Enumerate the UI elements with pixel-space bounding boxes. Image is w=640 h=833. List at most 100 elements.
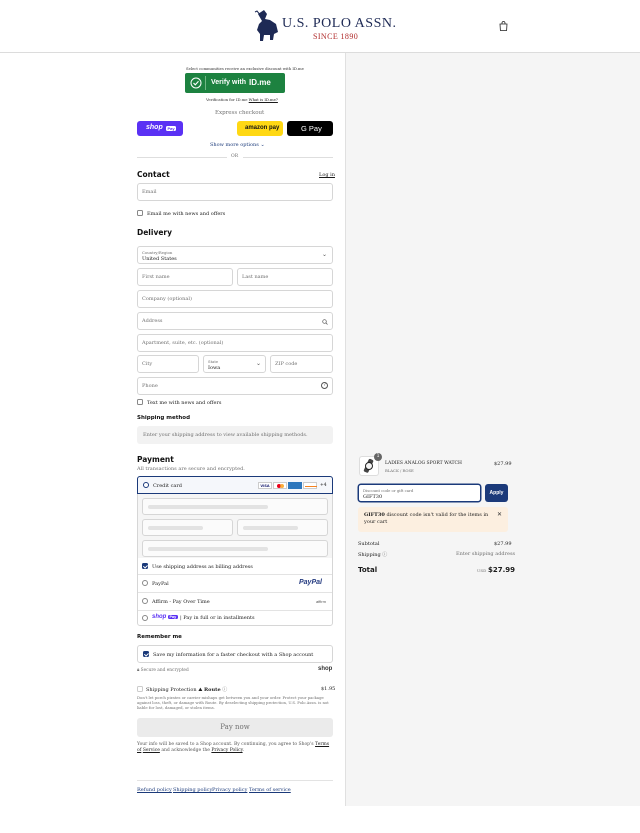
country-label: Country/Region [142, 249, 173, 255]
billing-same-checkbox[interactable] [142, 563, 148, 569]
loading-skeleton [243, 526, 298, 530]
shop-pay-button[interactable]: shop Pay [137, 121, 183, 136]
expiry-field[interactable] [142, 519, 233, 536]
credit-card-label: Credit card [153, 483, 182, 489]
remember-heading: Remember me [137, 634, 182, 640]
city-field[interactable]: City [137, 355, 199, 373]
show-more-options-link[interactable]: Show more options ⌄ [210, 142, 265, 148]
shop-logo: shop [318, 666, 333, 672]
privacy-link[interactable]: Privacy Policy [211, 748, 242, 753]
country-value: United States [142, 255, 177, 262]
shipping-protection-description: Don't let porch pirates or carrier misha… [137, 695, 329, 710]
delivery-heading: Delivery [137, 228, 173, 237]
shipping-policy-link[interactable]: Shipping policy [173, 787, 212, 793]
chevron-down-icon: ⌄ [260, 142, 265, 148]
shipping-protection-label: Shipping Protection [146, 687, 197, 693]
affirm-option[interactable]: Affirm - Pay Over Time affirm [138, 593, 332, 610]
amex-icon [288, 482, 302, 489]
radio[interactable] [142, 615, 148, 621]
service-link[interactable]: Service [143, 748, 160, 753]
refund-policy-link[interactable]: Refund policy [137, 787, 172, 793]
subtotal-label: Subtotal [358, 541, 380, 547]
apartment-placeholder: Apartment, suite, etc. (optional) [142, 340, 224, 346]
or-separator: OR [231, 154, 239, 159]
address-field[interactable]: Address [137, 312, 333, 330]
card-number-field[interactable] [142, 498, 328, 515]
shipping-label-row: Shipping ⓘ [358, 551, 387, 558]
country-select[interactable]: Country/Region United States ⌄ [137, 246, 333, 264]
terms-of-service-link[interactable]: Terms of service [249, 787, 291, 793]
email-news-checkbox[interactable] [137, 210, 143, 216]
currency-code: USD [477, 568, 487, 573]
apply-button[interactable]: Apply [485, 484, 508, 502]
pay-now-button[interactable]: Pay now [137, 718, 333, 737]
amazon-pay-button[interactable]: amazon pay [237, 121, 283, 136]
description-line: liable for lost, damaged, or stolen item… [137, 705, 215, 710]
first-name-placeholder: First name [142, 274, 170, 280]
state-label: State [208, 358, 219, 364]
idme-footnote: Verification for ID.me What is ID.me? [206, 97, 278, 102]
help-icon[interactable]: ⓘ [382, 552, 387, 558]
close-icon[interactable]: ✕ [497, 511, 502, 518]
first-name-field[interactable]: First name [137, 268, 233, 286]
brand-name: U.S. POLO ASSN. [282, 16, 397, 31]
radio[interactable] [142, 580, 148, 586]
error-code: GIFT30 [364, 512, 385, 518]
state-select[interactable]: State Iowa ⌄ [203, 355, 266, 373]
security-code-field[interactable] [237, 519, 328, 536]
brand-logo[interactable]: U.S. POLO ASSN. SINCE 1890 [254, 7, 397, 47]
company-field[interactable]: Company (optional) [137, 290, 333, 308]
email-news-label: Email me with news and offers [147, 211, 226, 217]
google-pay-button[interactable]: G Pay [287, 121, 333, 136]
shipping-label: Shipping [358, 552, 381, 558]
login-link[interactable]: Log in [319, 172, 335, 178]
amazon-pay-label: amazon pay [245, 125, 280, 131]
apartment-field[interactable]: Apartment, suite, etc. (optional) [137, 334, 333, 352]
visa-icon: VISA [258, 482, 272, 489]
chevron-down-icon: ⌄ [321, 251, 327, 258]
shipping-value: Enter shipping address [456, 551, 516, 557]
consent-part: and acknowledge the [161, 748, 210, 753]
name-on-card-field[interactable] [142, 540, 328, 557]
consent-end: . [242, 748, 245, 753]
shipping-protection-checkbox[interactable] [137, 686, 143, 692]
email-field[interactable]: Email [137, 183, 333, 201]
idme-info-link[interactable]: What is ID.me? [249, 97, 278, 102]
paypal-option[interactable]: PayPal PayPal [138, 575, 332, 592]
brand-since: SINCE 1890 [313, 32, 359, 41]
search-icon [322, 319, 328, 325]
shipping-method-heading: Shipping method [137, 415, 191, 421]
text-news-checkbox[interactable] [137, 399, 143, 405]
credit-card-option[interactable]: Credit card VISA +4 [137, 476, 333, 494]
last-name-placeholder: Last name [242, 274, 269, 280]
discount-code-field[interactable]: Discount code or gift card GIFT30 [358, 484, 481, 502]
total-label: Total [358, 566, 378, 574]
site-header: U.S. POLO ASSN. SINCE 1890 [0, 0, 640, 53]
radio[interactable] [142, 598, 148, 604]
phone-field[interactable]: Phone ? [137, 377, 333, 395]
affirm-label: Affirm - Pay Over Time [152, 599, 210, 605]
idme-verify-button[interactable]: Verify with ID.me [185, 73, 285, 93]
express-checkout-title: Express checkout [215, 110, 265, 116]
route-icon: ⛰︎ [198, 687, 203, 693]
shop-pay-installments-option[interactable]: shop Pay | Pay in full or in installment… [138, 611, 332, 626]
payment-heading: Payment [137, 455, 174, 464]
last-name-field[interactable]: Last name [237, 268, 333, 286]
shop-pay-installments-logo: shop [152, 614, 167, 620]
affirm-logo: affirm [316, 599, 326, 604]
save-info-checkbox[interactable] [143, 651, 149, 657]
shopping-bag-icon[interactable] [499, 21, 508, 31]
subtotal-value: $27.99 [494, 541, 512, 547]
secure-note: 🔒︎ Secure and encrypted [137, 668, 189, 673]
apply-label: Apply [489, 490, 504, 496]
shield-check-icon [190, 77, 202, 89]
zip-field[interactable]: ZIP code [270, 355, 333, 373]
info-icon[interactable]: ⓘ [222, 687, 227, 693]
divider-left [137, 157, 227, 158]
privacy-policy-link[interactable]: Privacy policy [212, 787, 247, 793]
order-summary-panel [345, 53, 640, 806]
shipping-method-placeholder: Enter your shipping address to view avai… [143, 432, 308, 438]
help-icon[interactable]: ? [321, 382, 328, 389]
show-more-label: Show more options [210, 142, 259, 148]
radio-selected[interactable] [143, 482, 149, 488]
